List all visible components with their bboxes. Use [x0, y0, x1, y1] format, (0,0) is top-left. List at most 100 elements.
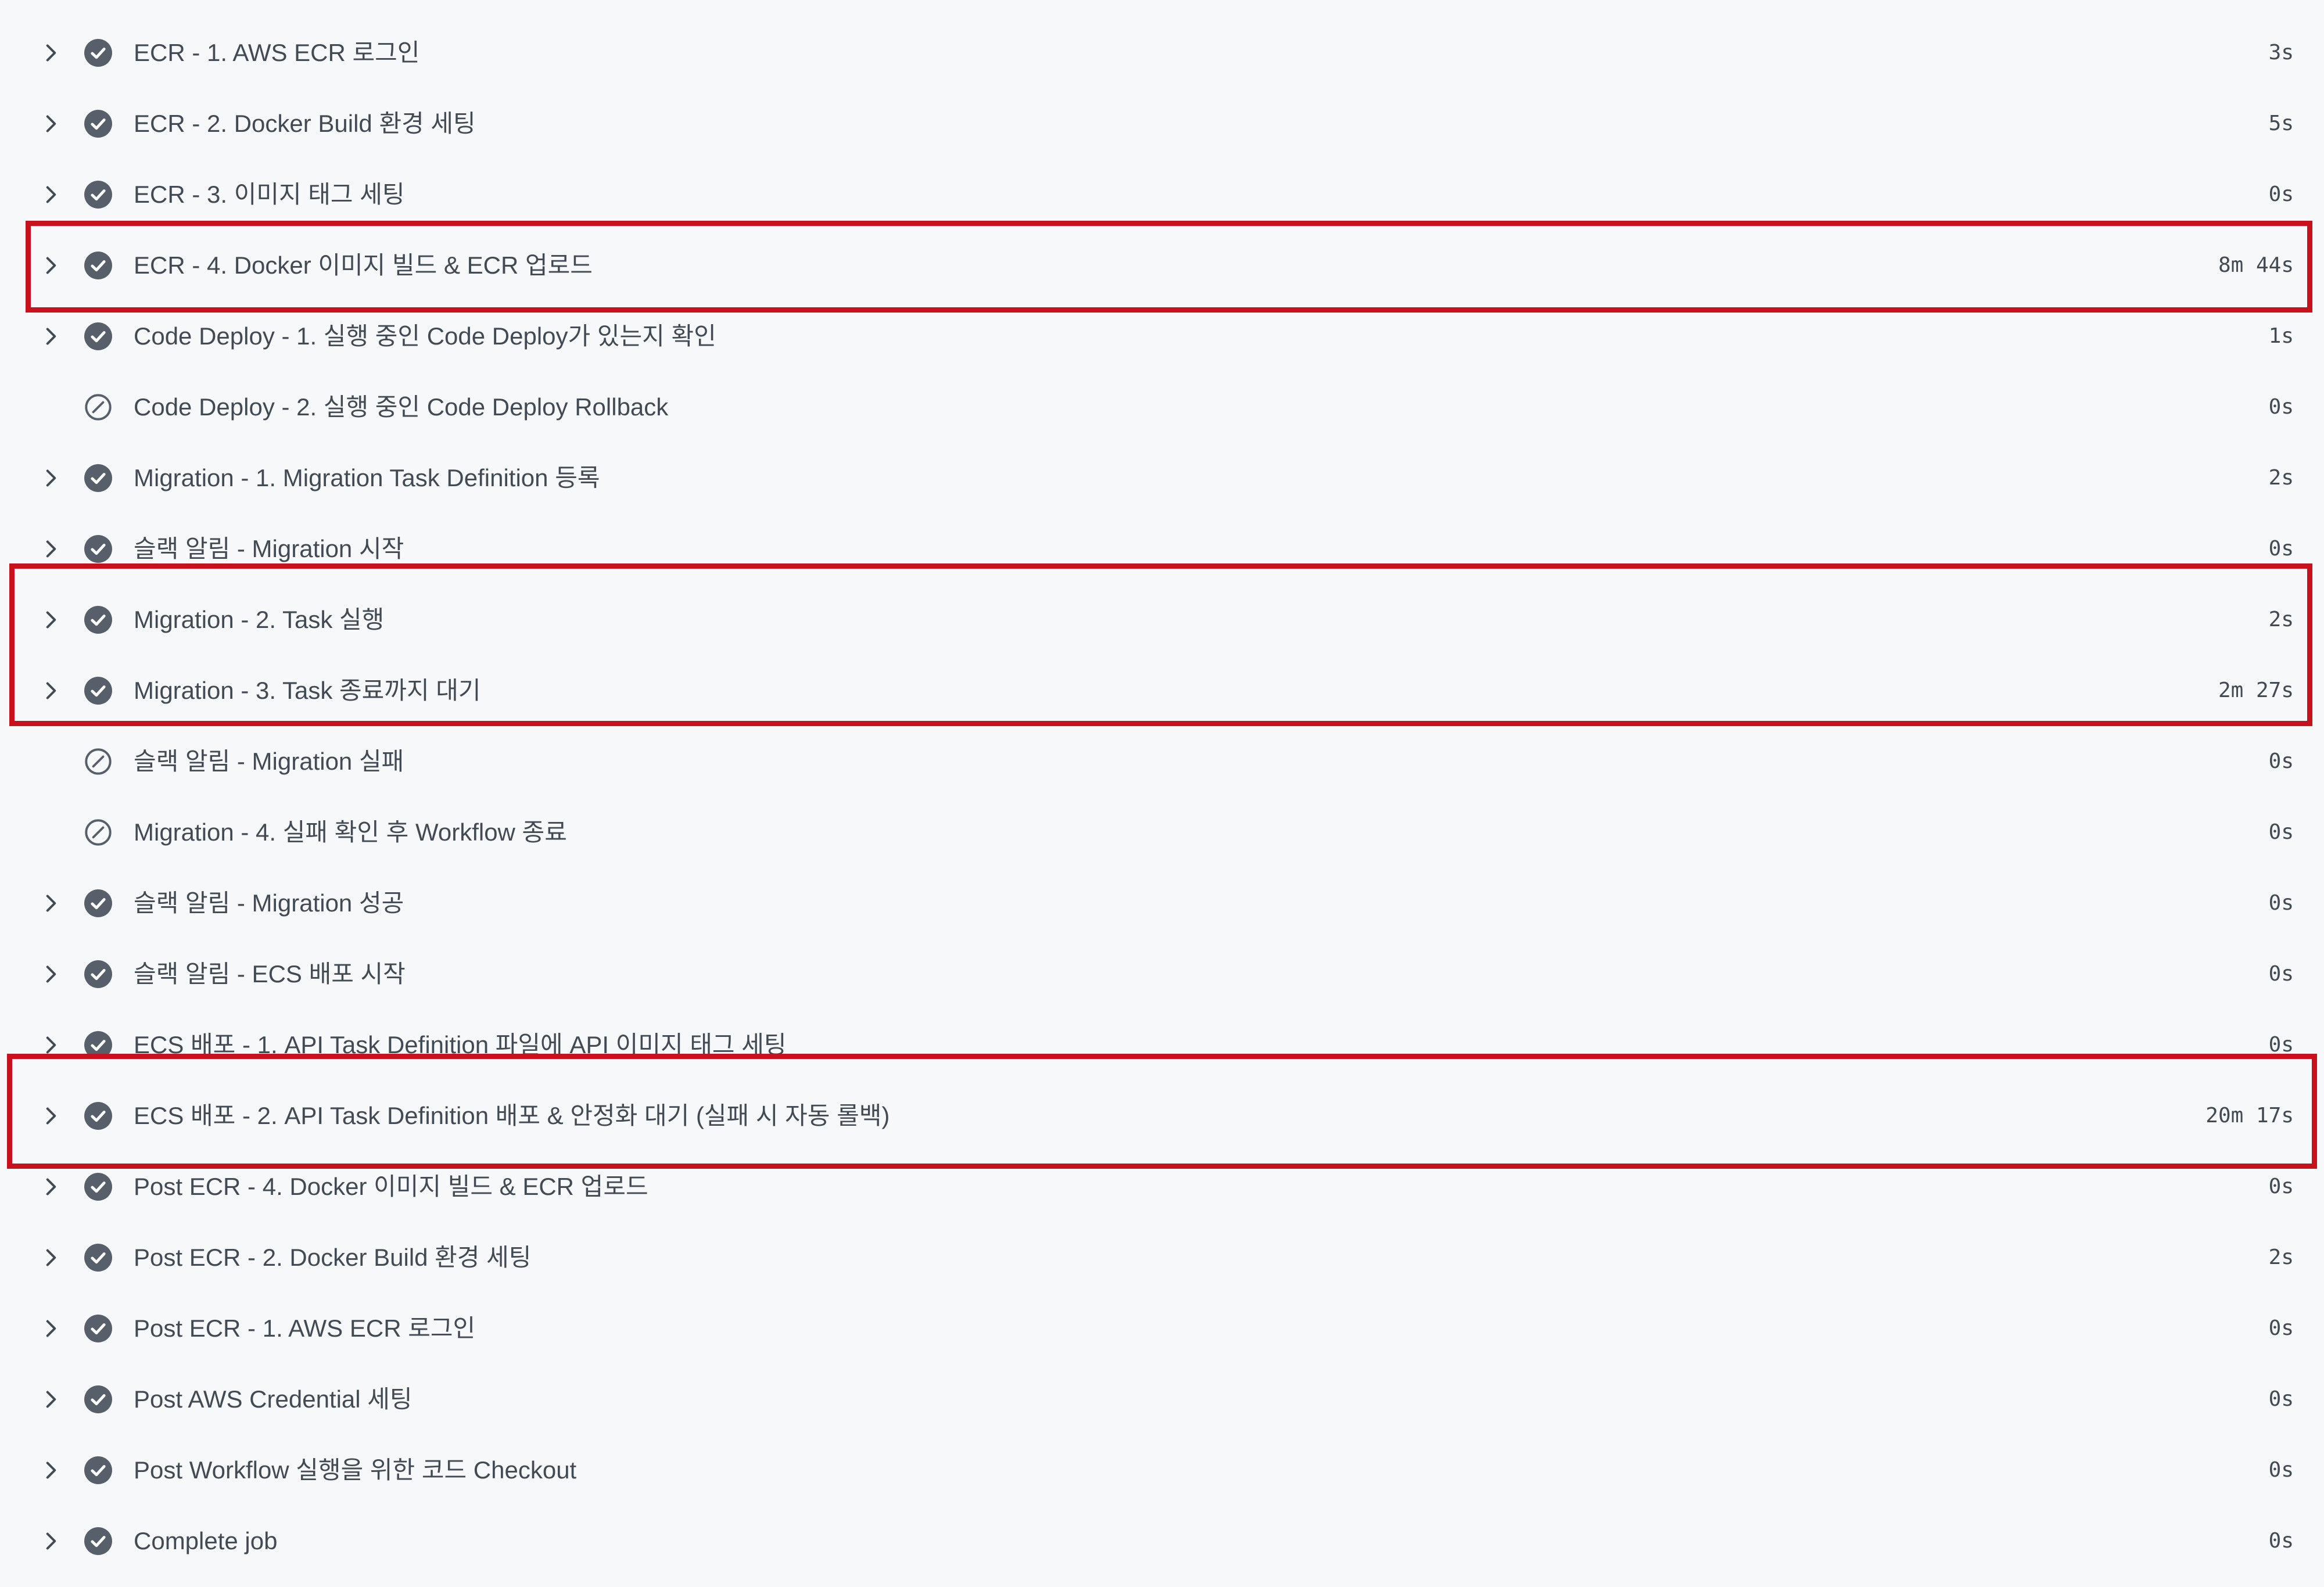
- step-row[interactable]: ECR - 2. Docker Build 환경 세팅 5s: [0, 88, 2324, 159]
- step-label: Post Workflow 실행을 위한 코드 Checkout: [134, 1456, 577, 1484]
- step-duration: 1s: [2268, 324, 2294, 348]
- step-row[interactable]: Post ECR - 4. Docker 이미지 빌드 & ECR 업로드 0s: [0, 1151, 2324, 1222]
- step-duration: 0s: [2268, 1175, 2294, 1198]
- step-duration: 5s: [2268, 112, 2294, 135]
- step-row[interactable]: 슬랙 알림 - Migration 성공 0s: [0, 868, 2324, 939]
- chevron-right-icon[interactable]: [40, 892, 63, 915]
- step-row[interactable]: Post Workflow 실행을 위한 코드 Checkout 0s: [0, 1435, 2324, 1506]
- chevron-right-icon[interactable]: [40, 537, 63, 561]
- chevron-right-icon[interactable]: [40, 608, 63, 631]
- step-label: ECS 배포 - 2. API Task Definition 배포 & 안정화…: [134, 1102, 890, 1129]
- step-row: Code Deploy - 2. 실행 중인 Code Deploy Rollb…: [0, 372, 2324, 443]
- check-circle-icon: [84, 1315, 112, 1342]
- step-row[interactable]: Complete job 0s: [0, 1506, 2324, 1577]
- check-circle-icon: [84, 252, 112, 279]
- chevron-right-icon[interactable]: [40, 1175, 63, 1198]
- step-label: Post ECR - 4. Docker 이미지 빌드 & ECR 업로드: [134, 1173, 648, 1200]
- chevron-right-icon[interactable]: [40, 1459, 63, 1482]
- chevron-right-icon[interactable]: [40, 1246, 63, 1269]
- chevron-right-icon[interactable]: [40, 963, 63, 986]
- step-row[interactable]: Migration - 3. Task 종료까지 대기 2m 27s: [0, 655, 2324, 726]
- step-row[interactable]: ECS 배포 - 1. API Task Definition 파일에 API …: [0, 1010, 2324, 1080]
- step-label: ECR - 2. Docker Build 환경 세팅: [134, 110, 476, 137]
- step-duration: 0s: [2268, 1529, 2294, 1553]
- skipped-circle-icon: [85, 819, 112, 846]
- step-duration: 0s: [2268, 1316, 2294, 1340]
- step-row[interactable]: Post ECR - 2. Docker Build 환경 세팅 2s: [0, 1222, 2324, 1293]
- check-circle-icon: [84, 960, 112, 988]
- step-label: 슬랙 알림 - Migration 실패: [134, 748, 404, 775]
- step-label: 슬랙 알림 - ECS 배포 시작: [134, 960, 406, 988]
- chevron-right-icon[interactable]: [40, 325, 63, 348]
- step-row: 슬랙 알림 - Migration 실패 0s: [0, 726, 2324, 797]
- chevron-right-icon[interactable]: [40, 1104, 63, 1128]
- step-duration: 0s: [2268, 891, 2294, 915]
- skipped-circle-icon: [85, 748, 112, 775]
- check-circle-icon: [84, 1527, 112, 1555]
- check-circle-icon: [84, 1385, 112, 1413]
- check-circle-icon: [84, 1173, 112, 1201]
- step-label: Migration - 4. 실패 확인 후 Workflow 종료: [134, 818, 567, 846]
- step-duration: 8m 44s: [2218, 253, 2294, 277]
- step-row[interactable]: ECR - 4. Docker 이미지 빌드 & ECR 업로드 8m 44s: [0, 230, 2324, 301]
- check-circle-icon: [84, 322, 112, 350]
- chevron-right-icon[interactable]: [40, 466, 63, 490]
- step-label: Code Deploy - 2. 실행 중인 Code Deploy Rollb…: [134, 393, 669, 421]
- step-label: Post ECR - 2. Docker Build 환경 세팅: [134, 1244, 532, 1271]
- step-label: Post ECR - 1. AWS ECR 로그인: [134, 1315, 476, 1342]
- step-duration: 2s: [2268, 466, 2294, 490]
- step-row[interactable]: Migration - 1. Migration Task Definition…: [0, 443, 2324, 514]
- step-row[interactable]: ECR - 3. 이미지 태그 세팅 0s: [0, 159, 2324, 230]
- chevron-right-icon[interactable]: [40, 254, 63, 277]
- step-duration: 0s: [2268, 1458, 2294, 1482]
- step-label: Post AWS Credential 세팅: [134, 1385, 413, 1413]
- step-duration: 20m 17s: [2205, 1104, 2294, 1128]
- step-row[interactable]: Code Deploy - 1. 실행 중인 Code Deploy가 있는지 …: [0, 301, 2324, 372]
- step-label: Migration - 3. Task 종료까지 대기: [134, 677, 481, 704]
- step-duration: 0s: [2268, 537, 2294, 561]
- step-duration: 2s: [2268, 1245, 2294, 1269]
- step-duration: 0s: [2268, 820, 2294, 844]
- step-row[interactable]: Migration - 2. Task 실행 2s: [0, 584, 2324, 655]
- step-row[interactable]: ECR - 1. AWS ECR 로그인 3s: [0, 17, 2324, 88]
- step-row[interactable]: Post AWS Credential 세팅 0s: [0, 1364, 2324, 1435]
- chevron-right-icon[interactable]: [40, 1033, 63, 1057]
- step-label: 슬랙 알림 - Migration 성공: [134, 889, 404, 917]
- chevron-right-icon[interactable]: [40, 679, 63, 702]
- check-circle-icon: [84, 889, 112, 917]
- step-label: Migration - 1. Migration Task Definition…: [134, 464, 600, 491]
- check-circle-icon: [84, 181, 112, 209]
- check-circle-icon: [84, 464, 112, 492]
- chevron-right-icon[interactable]: [40, 1388, 63, 1411]
- check-circle-icon: [84, 535, 112, 563]
- step-label: 슬랙 알림 - Migration 시작: [134, 535, 404, 562]
- check-circle-icon: [84, 39, 112, 67]
- step-duration: 0s: [2268, 749, 2294, 773]
- check-circle-icon: [84, 677, 112, 705]
- step-label: ECR - 4. Docker 이미지 빌드 & ECR 업로드: [134, 252, 593, 279]
- step-label: Code Deploy - 1. 실행 중인 Code Deploy가 있는지 …: [134, 322, 716, 350]
- step-duration: 0s: [2268, 962, 2294, 986]
- check-circle-icon: [84, 606, 112, 634]
- step-duration: 0s: [2268, 1033, 2294, 1057]
- step-duration: 0s: [2268, 182, 2294, 206]
- skipped-circle-icon: [85, 394, 112, 421]
- step-row[interactable]: Post ECR - 1. AWS ECR 로그인 0s: [0, 1293, 2324, 1364]
- step-row[interactable]: 슬랙 알림 - Migration 시작 0s: [0, 514, 2324, 584]
- step-duration: 2s: [2268, 608, 2294, 631]
- step-label: ECR - 3. 이미지 태그 세팅: [134, 181, 405, 208]
- step-duration: 0s: [2268, 1387, 2294, 1411]
- step-label: Complete job: [134, 1527, 278, 1554]
- check-circle-icon: [84, 1456, 112, 1484]
- step-label: ECS 배포 - 1. API Task Definition 파일에 API …: [134, 1031, 787, 1058]
- step-label: Migration - 2. Task 실행: [134, 606, 385, 633]
- chevron-right-icon[interactable]: [40, 112, 63, 135]
- chevron-right-icon[interactable]: [40, 41, 63, 64]
- step-row[interactable]: ECS 배포 - 2. API Task Definition 배포 & 안정화…: [0, 1080, 2324, 1151]
- step-row[interactable]: 슬랙 알림 - ECS 배포 시작 0s: [0, 939, 2324, 1010]
- check-circle-icon: [84, 1102, 112, 1130]
- chevron-right-icon[interactable]: [40, 183, 63, 206]
- chevron-right-icon[interactable]: [40, 1317, 63, 1340]
- step-duration: 0s: [2268, 395, 2294, 419]
- chevron-right-icon[interactable]: [40, 1529, 63, 1553]
